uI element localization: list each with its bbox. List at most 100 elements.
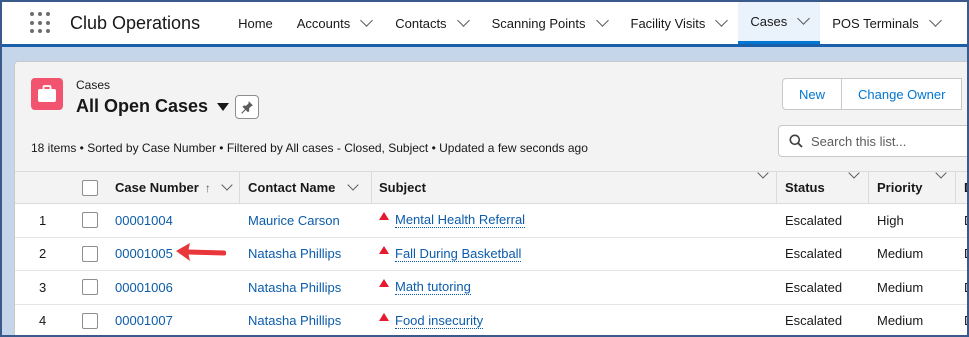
nav-item-cases[interactable]: Cases [738, 2, 821, 44]
row-checkbox[interactable] [82, 312, 98, 329]
nav-item-label: Accounts [296, 15, 351, 31]
list-view-selector[interactable]: All Open Cases [76, 96, 230, 117]
select-all-checkbox-cell [82, 172, 98, 203]
row-number: 3 [39, 279, 47, 295]
contact-name-link[interactable]: Natasha Phillips [248, 238, 341, 271]
chevron-down-icon[interactable] [928, 13, 942, 27]
row-number: 2 [39, 246, 47, 262]
status-value: Escalated [785, 212, 843, 228]
table-row[interactable]: 1 00001004 Maurice Carson Mental Health … [15, 204, 967, 238]
case-number-link[interactable]: 00001007 [115, 305, 173, 336]
nav-items: Home Accounts Contacts Scanning Points F… [226, 2, 952, 44]
table-row[interactable]: 4 00001007 Natasha Phillips Food insecur… [15, 305, 967, 336]
page-background: Cases All Open Cases 18 items • Sorted b… [2, 47, 967, 336]
table-row[interactable]: 2 00001005 Natasha Phillips Fall During … [15, 238, 967, 271]
subject-link[interactable]: Fall During Basketball [395, 246, 522, 262]
case-briefcase-icon [31, 78, 63, 110]
nav-item-label: Cases [750, 14, 788, 29]
search-icon [789, 134, 803, 148]
case-number-link[interactable]: 00001006 [115, 271, 173, 304]
nav-item-scanning-points[interactable]: Scanning Points [480, 2, 619, 44]
d-value: D [964, 204, 967, 237]
sort-ascending-icon: ↑ [204, 180, 211, 195]
priority-triangle-icon [379, 312, 389, 321]
d-value: D [964, 305, 967, 336]
nav-item-label: Contacts [395, 15, 447, 31]
priority-value: Medium [877, 246, 924, 262]
column-label: Priority [877, 180, 923, 195]
list-view-name: All Open Cases [76, 96, 209, 116]
subject-link[interactable]: Food insecurity [395, 313, 484, 329]
action-button-group: New Change Owner [782, 78, 963, 110]
contact-name-link[interactable]: Natasha Phillips [248, 305, 341, 336]
column-label: Case Number [115, 180, 199, 195]
column-label: Status [785, 180, 825, 195]
case-number-link[interactable]: 00001005 [115, 238, 173, 271]
nav-item-accounts[interactable]: Accounts [285, 2, 383, 44]
column-label: Contact Name [248, 180, 336, 195]
nav-item-label: Home [238, 15, 273, 31]
column-divider [239, 172, 240, 203]
change-owner-button[interactable]: Change Owner [842, 78, 963, 110]
select-all-checkbox[interactable] [82, 179, 98, 196]
subject-link[interactable]: Mental Health Referral [395, 212, 526, 229]
caret-down-icon[interactable] [217, 102, 230, 111]
app-window: Club Operations Home Accounts Contacts S… [0, 0, 969, 337]
column-divider [868, 172, 869, 203]
navigation-bar: Club Operations Home Accounts Contacts S… [2, 2, 967, 47]
table-row[interactable]: 3 00001006 Natasha Phillips Math tutorin… [15, 271, 967, 305]
new-button[interactable]: New [782, 78, 843, 110]
priority-triangle-icon [379, 279, 389, 288]
chevron-down-icon[interactable] [595, 13, 609, 27]
column-header-d[interactable]: D [964, 172, 967, 203]
chevron-down-icon[interactable] [456, 13, 470, 27]
column-divider [955, 172, 956, 203]
column-header-subject[interactable]: Subject [379, 167, 774, 203]
column-header-priority[interactable]: Priority [877, 167, 962, 203]
status-value: Escalated [785, 279, 843, 295]
nav-item-contacts[interactable]: Contacts [383, 2, 479, 44]
column-label: Subject [379, 180, 426, 195]
case-number-link[interactable]: 00001004 [115, 204, 173, 237]
nav-item-pos-terminals[interactable]: POS Terminals [820, 2, 951, 44]
chevron-down-icon[interactable] [797, 12, 811, 25]
nav-item-home[interactable]: Home [226, 2, 285, 44]
row-checkbox[interactable] [82, 279, 98, 296]
pin-icon [241, 101, 253, 114]
app-name: Club Operations [70, 12, 201, 33]
subject-link[interactable]: Math tutoring [395, 279, 471, 296]
priority-value: High [877, 212, 904, 228]
search-input[interactable] [811, 133, 961, 149]
column-divider [371, 172, 372, 203]
column-header-case-number[interactable]: Case Number ↑ [115, 172, 240, 203]
priority-triangle-icon [379, 245, 389, 254]
row-checkbox[interactable] [82, 245, 98, 262]
nav-item-label: Facility Visits [630, 15, 706, 31]
chevron-down-icon[interactable] [347, 178, 360, 191]
row-number: 4 [39, 313, 47, 329]
priority-value: Medium [877, 279, 924, 295]
object-label: Cases [76, 78, 111, 92]
priority-triangle-icon [379, 212, 389, 221]
chevron-down-icon[interactable] [715, 13, 729, 27]
chevron-down-icon[interactable] [360, 13, 374, 27]
column-header-contact-name[interactable]: Contact Name [248, 172, 373, 203]
pin-list-button[interactable] [235, 95, 259, 119]
chevron-down-icon[interactable] [221, 178, 233, 191]
nav-item-facility-visits[interactable]: Facility Visits [619, 2, 739, 44]
list-view-card: Cases All Open Cases 18 items • Sorted b… [14, 61, 967, 336]
priority-value: Medium [877, 313, 924, 329]
row-checkbox[interactable] [82, 212, 98, 229]
annotation-arrow-icon [176, 243, 226, 261]
table-header-row: Case Number ↑ Contact Name Subject Statu… [15, 167, 967, 204]
column-header-status[interactable]: Status [785, 167, 870, 203]
column-divider [776, 172, 777, 203]
column-label: D [964, 180, 967, 195]
list-search-box[interactable] [778, 125, 967, 157]
app-launcher-icon[interactable] [30, 12, 52, 34]
contact-name-link[interactable]: Maurice Carson [248, 204, 340, 237]
d-value: D [964, 238, 967, 271]
list-view-header: Cases All Open Cases 18 items • Sorted b… [15, 62, 967, 172]
contact-name-link[interactable]: Natasha Phillips [248, 271, 341, 304]
row-number: 1 [39, 212, 47, 228]
